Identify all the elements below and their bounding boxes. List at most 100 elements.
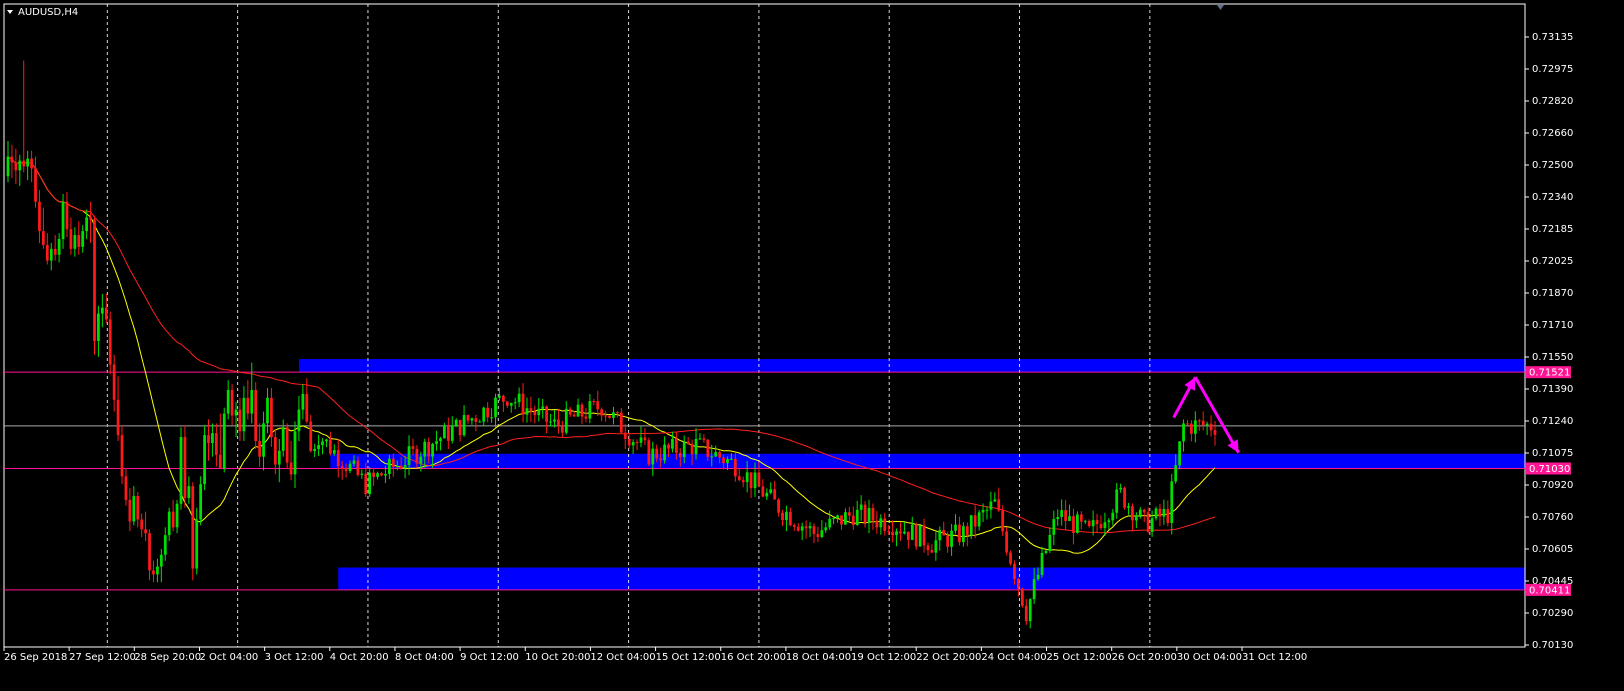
candle-body xyxy=(545,406,549,422)
candle-body xyxy=(1131,506,1134,521)
candle-body xyxy=(144,529,147,534)
candle-body xyxy=(124,476,128,500)
chart-canvas[interactable]: 0.73135 0.72975 0.72820 0.72660 0.72500 0.723… xyxy=(0,0,1624,691)
candle-body xyxy=(635,442,639,444)
candle-body xyxy=(281,427,285,451)
candle-body xyxy=(395,465,399,468)
candle-body xyxy=(859,504,863,510)
candle-body xyxy=(187,486,191,498)
candle-body xyxy=(773,489,777,500)
candle-body xyxy=(639,437,643,443)
candle-body xyxy=(132,495,136,522)
candle-body xyxy=(234,409,238,416)
candle-body xyxy=(741,480,745,483)
candle-body xyxy=(840,515,843,525)
candle-body xyxy=(293,431,297,475)
candle-body xyxy=(42,231,45,245)
candle-body xyxy=(344,468,348,472)
zone-3 xyxy=(338,567,1526,590)
candle-body xyxy=(608,415,611,418)
candle-body xyxy=(910,524,914,540)
candle-body xyxy=(1174,465,1178,482)
slow-moving-average-line xyxy=(7,156,1216,534)
candle-body xyxy=(513,402,517,404)
candle-body xyxy=(1142,509,1146,513)
candle-body xyxy=(218,454,222,469)
candle-body xyxy=(509,402,513,406)
candle-body xyxy=(207,435,210,443)
price-tick-label: 0.71390 xyxy=(1532,384,1573,395)
candle-body xyxy=(1107,520,1111,523)
candle-body xyxy=(718,452,721,458)
candle-body xyxy=(399,465,403,469)
time-tick-label: 15 Oct 12:00 xyxy=(656,652,721,663)
candle-body xyxy=(1146,512,1150,532)
candle-body xyxy=(674,438,678,453)
title-layer: AUDUSD,H4 xyxy=(7,5,1224,18)
candle-body xyxy=(1083,520,1087,522)
plot-frame xyxy=(3,3,1526,648)
price-tick-label: 0.72660 xyxy=(1532,128,1573,139)
candle-body xyxy=(313,449,317,452)
candle-body xyxy=(1052,519,1056,535)
candle-body xyxy=(140,519,144,530)
candle-body xyxy=(478,421,482,423)
candle-body xyxy=(1091,520,1095,527)
candle-body xyxy=(340,466,344,469)
candle-body xyxy=(993,499,997,502)
candle-body xyxy=(1048,534,1052,551)
candle-body xyxy=(100,307,104,314)
candle-body xyxy=(643,437,647,441)
candle-body xyxy=(419,456,423,464)
candle-body xyxy=(466,415,470,421)
candle-body xyxy=(612,412,615,418)
candle-body xyxy=(1134,516,1138,521)
candle-body xyxy=(710,456,714,458)
candle-body xyxy=(757,472,761,487)
candle-body xyxy=(1024,605,1028,622)
price-tick-label: 0.72025 xyxy=(1532,256,1573,267)
candle-body xyxy=(678,452,682,458)
candle-body xyxy=(824,527,828,531)
candle-body xyxy=(671,438,674,449)
candle-body xyxy=(1162,509,1166,517)
candle-body xyxy=(1170,481,1174,524)
candle-body xyxy=(895,531,898,536)
candle-body xyxy=(631,442,635,446)
candle-body xyxy=(431,443,434,457)
candle-body xyxy=(690,443,694,455)
candle-body xyxy=(474,418,478,422)
time-tick-label: 12 Oct 04:00 xyxy=(590,652,655,663)
candle-body xyxy=(415,448,419,464)
candle-body xyxy=(65,201,69,230)
candle-body xyxy=(1111,512,1115,521)
candle-body xyxy=(753,472,757,489)
candle-body xyxy=(1072,516,1075,533)
price-tick-label: 0.70130 xyxy=(1532,640,1573,651)
grid-layer xyxy=(3,3,1526,648)
candle-body xyxy=(1205,423,1209,426)
candle-body xyxy=(258,441,261,457)
candle-body xyxy=(297,409,301,432)
time-tick-label: 27 Sep 12:00 xyxy=(69,652,136,663)
candle-body xyxy=(1028,599,1032,622)
candle-body xyxy=(1056,517,1060,520)
candle-body xyxy=(1209,423,1213,431)
price-tick-label: 0.71710 xyxy=(1532,320,1573,331)
candle-body xyxy=(1190,423,1193,434)
candle-body xyxy=(623,432,627,440)
candle-body xyxy=(364,473,368,495)
candle-body xyxy=(619,412,623,433)
time-axis: 26 Sep 2018 27 Sep 12:0028 Sep 20:002 Oct… xyxy=(3,647,1307,663)
candle-body xyxy=(903,531,906,534)
candle-body xyxy=(368,472,372,495)
candle-body xyxy=(356,460,360,475)
candle-body xyxy=(730,458,733,460)
candle-body xyxy=(616,412,619,414)
chart-menu-triangle-icon[interactable] xyxy=(7,10,13,14)
candle-body xyxy=(686,441,690,444)
candle-body xyxy=(1150,518,1154,532)
shift-marker-icon[interactable] xyxy=(1217,5,1224,10)
candle-body xyxy=(435,441,438,444)
candle-body xyxy=(226,390,230,414)
